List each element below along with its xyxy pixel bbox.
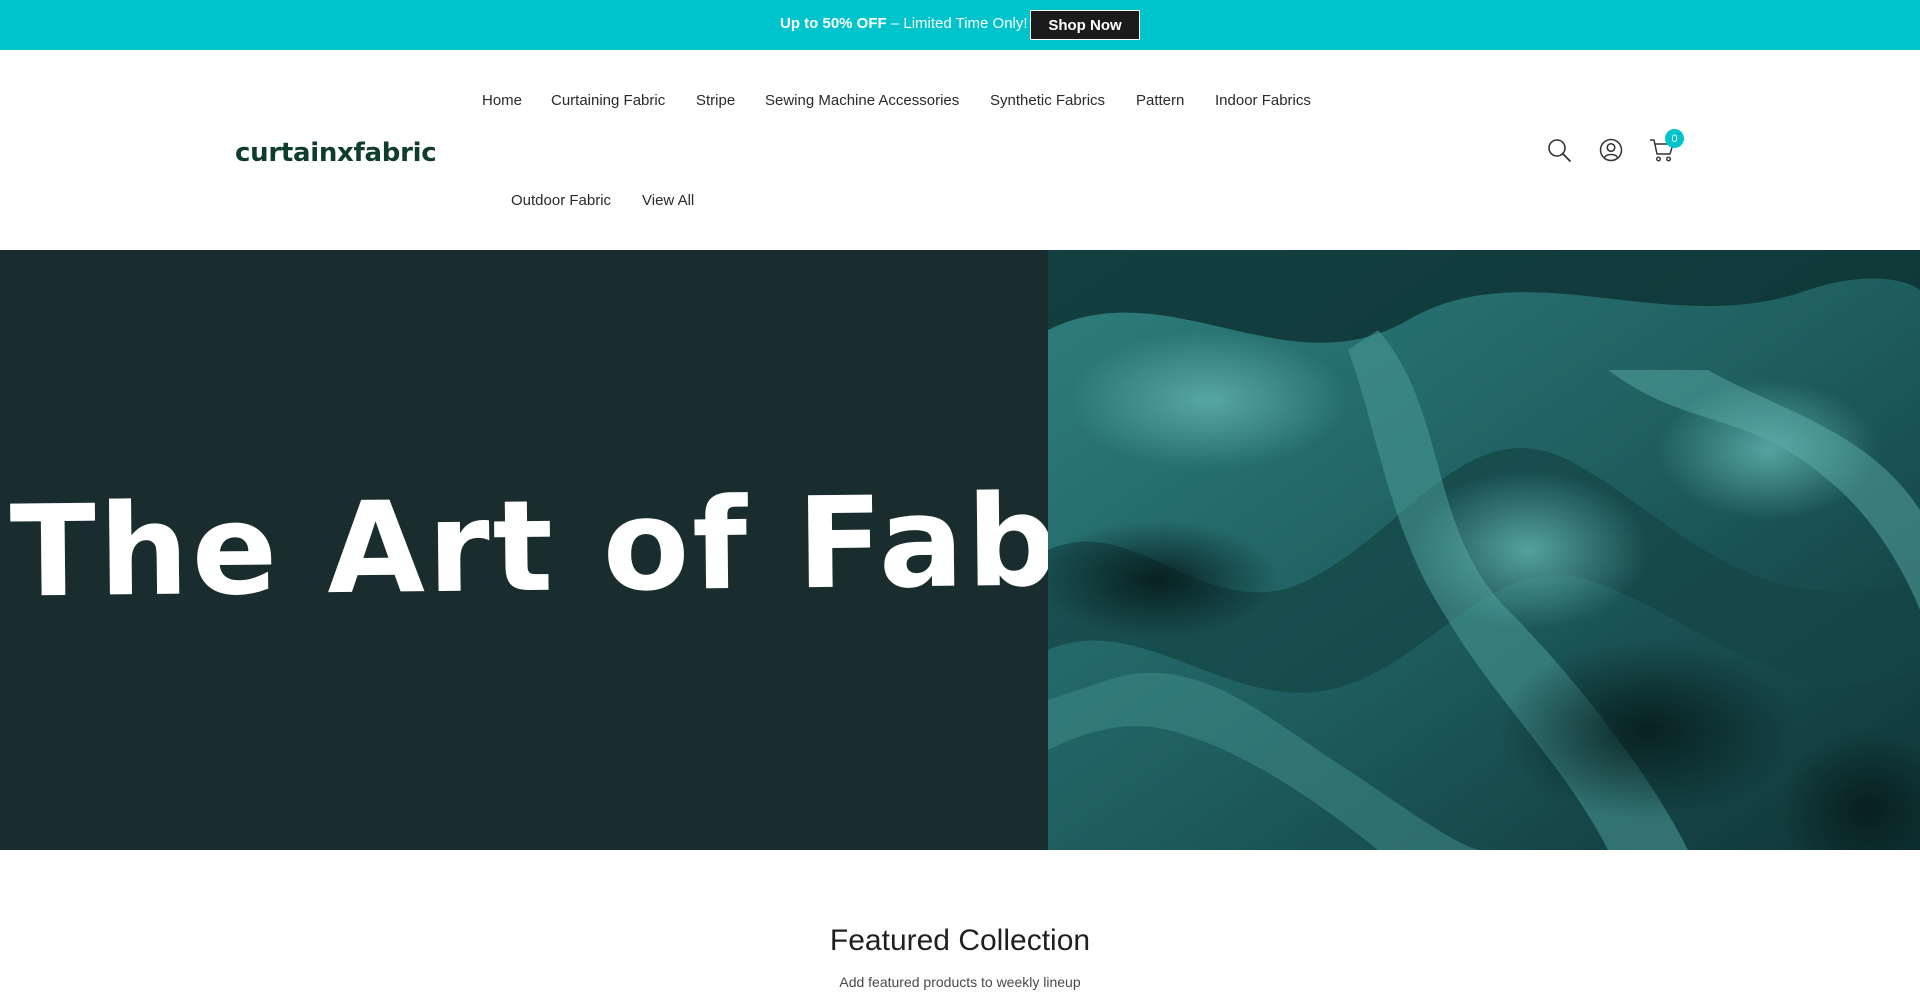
cart-count-badge: 0: [1665, 129, 1684, 148]
site-header: curtainxfabric Home Curtaining Fabric St…: [0, 50, 1920, 250]
nav-item-curtaining-fabric[interactable]: Curtaining Fabric: [551, 92, 665, 109]
hero-banner[interactable]: The Art of Fabric: [0, 250, 1920, 850]
announcement-highlight: Up to 50% OFF: [780, 15, 887, 32]
featured-collection-subtitle: Add featured products to weekly lineup: [839, 974, 1081, 990]
nav-item-stripe[interactable]: Stripe: [696, 92, 735, 109]
nav-item-outdoor-fabric[interactable]: Outdoor Fabric: [511, 192, 611, 209]
announcement-text: Up to 50% OFF – Limited Time Only!: [780, 15, 1028, 32]
user-icon[interactable]: [1597, 136, 1625, 164]
shop-now-button[interactable]: Shop Now: [1030, 10, 1140, 40]
nav-item-view-all[interactable]: View All: [642, 192, 694, 209]
nav-item-indoor-fabrics[interactable]: Indoor Fabrics: [1215, 92, 1311, 109]
featured-collection-title: Featured Collection: [829, 924, 1091, 957]
site-logo[interactable]: curtainxfabric: [235, 138, 437, 168]
announcement-bar: Up to 50% OFF – Limited Time Only! Shop …: [0, 0, 1920, 50]
nav-item-sewing-machine-accessories[interactable]: Sewing Machine Accessories: [765, 92, 959, 109]
search-icon[interactable]: [1545, 136, 1573, 164]
hero-text-panel: The Art of Fabric: [0, 250, 1250, 850]
nav-item-pattern[interactable]: Pattern: [1136, 92, 1184, 109]
nav-item-synthetic-fabrics[interactable]: Synthetic Fabrics: [990, 92, 1105, 109]
nav-item-home[interactable]: Home: [482, 92, 522, 109]
hero-fabric-image: [1048, 250, 1920, 850]
announcement-message: – Limited Time Only!: [886, 15, 1028, 32]
